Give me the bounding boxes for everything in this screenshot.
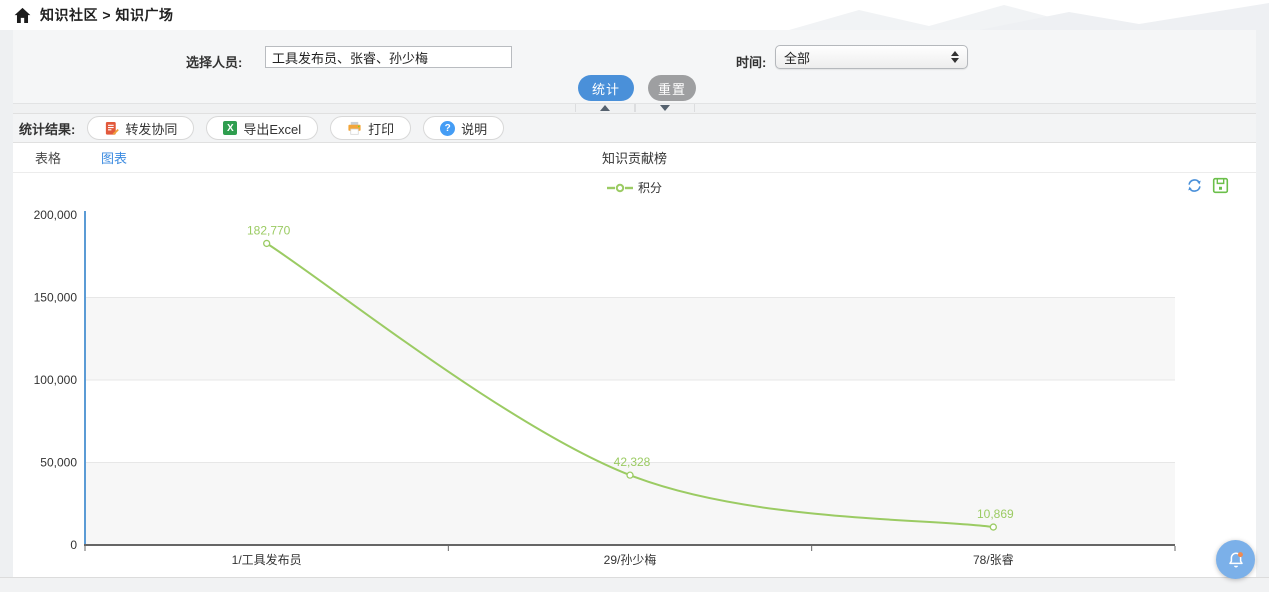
help-label: 说明: [461, 119, 487, 138]
header-bar: 知识社区 > 知识广场: [0, 0, 1269, 30]
page: 知识社区 > 知识广场 选择人员: 时间: 全部 统计 重置 统计结果:: [0, 0, 1269, 592]
filter-panel: 选择人员: 时间: 全部 统计 重置: [13, 30, 1256, 113]
y-axis-label: 100,000: [34, 373, 78, 387]
legend-line-marker-icon: [607, 183, 633, 193]
help-button[interactable]: ? 说明: [423, 116, 504, 140]
save-image-icon[interactable]: [1212, 177, 1229, 194]
tab-chart[interactable]: 图表: [101, 148, 127, 167]
export-excel-button[interactable]: X 导出Excel: [206, 116, 318, 140]
legend-item-jifen[interactable]: 积分: [13, 179, 1256, 196]
breadcrumb[interactable]: 知识社区 > 知识广场: [40, 5, 173, 25]
x-axis-label: 29/孙少梅: [604, 552, 657, 567]
help-icon: ?: [440, 121, 455, 136]
tab-table[interactable]: 表格: [35, 148, 61, 167]
print-label: 打印: [368, 119, 394, 138]
result-label: 统计结果:: [19, 119, 75, 138]
printer-icon: [347, 121, 362, 136]
y-axis-label: 0: [70, 538, 77, 552]
time-select[interactable]: 全部: [775, 45, 968, 69]
legend-row: 积分: [13, 173, 1256, 201]
reset-button[interactable]: 重置: [648, 75, 696, 101]
home-icon[interactable]: [14, 7, 31, 24]
data-point-label: 10,869: [977, 507, 1014, 521]
select-stepper-icon: [951, 51, 959, 63]
data-point[interactable]: [627, 472, 633, 478]
data-point[interactable]: [990, 524, 996, 530]
collapse-down-button[interactable]: [635, 104, 695, 112]
mountain-watermark: [789, 0, 1269, 30]
y-axis-label: 50,000: [40, 456, 77, 470]
x-axis-label: 78/张睿: [973, 552, 1014, 567]
triangle-down-icon: [660, 105, 670, 111]
refresh-icon[interactable]: [1186, 177, 1203, 194]
time-select-value: 全部: [784, 48, 810, 67]
x-axis-label: 1/工具发布员: [232, 552, 302, 567]
result-toolbar: 统计结果: 转发协同 X 导出Excel: [13, 113, 1256, 143]
chart-toolbox: [1186, 177, 1229, 194]
bell-icon: [1226, 550, 1246, 570]
person-input[interactable]: [265, 46, 512, 68]
forward-collab-label: 转发协同: [125, 119, 177, 138]
collapse-strip: [13, 103, 1256, 113]
excel-icon: X: [223, 121, 237, 135]
data-point[interactable]: [264, 240, 270, 246]
forward-collab-button[interactable]: 转发协同: [87, 116, 194, 140]
y-axis-label: 200,000: [34, 208, 78, 222]
split-band: [85, 298, 1175, 381]
stat-button[interactable]: 统计: [578, 75, 634, 101]
chart-title: 知识贡献榜: [13, 148, 1256, 167]
footer-strip: [0, 577, 1269, 592]
line-chart: 200,000 150,000 100,000 50,000 0 1/工具发布员 29/孙少…: [0, 200, 1269, 577]
export-excel-label: 导出Excel: [243, 119, 301, 138]
data-point-label: 182,770: [247, 223, 291, 237]
print-button[interactable]: 打印: [330, 116, 411, 140]
person-label: 选择人员:: [186, 52, 242, 71]
time-label: 时间:: [736, 52, 766, 71]
data-point-label: 42,328: [614, 455, 651, 469]
forward-doc-icon: [104, 121, 119, 136]
collapse-up-button[interactable]: [575, 104, 635, 112]
legend-label: 积分: [638, 179, 662, 196]
tabs-row: 表格 图表 知识贡献榜: [13, 143, 1256, 173]
y-axis-label: 150,000: [34, 291, 78, 305]
notification-fab[interactable]: [1216, 540, 1255, 579]
triangle-up-icon: [600, 105, 610, 111]
